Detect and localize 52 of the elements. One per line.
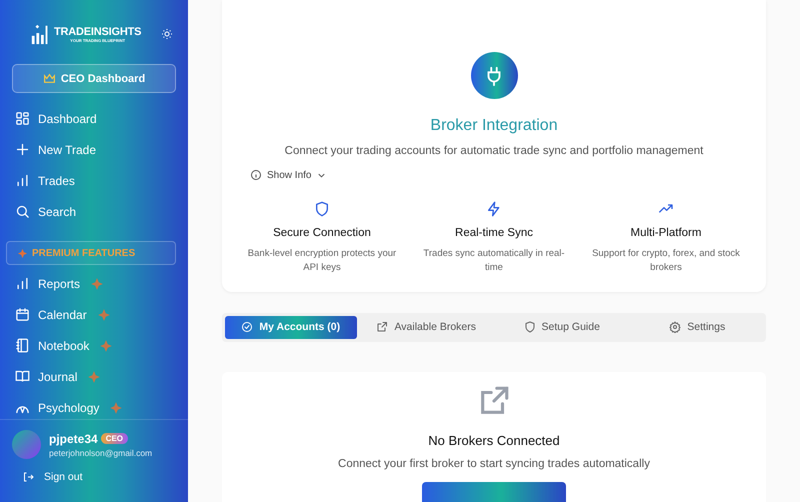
empty-state-title: No Brokers Connected: [428, 432, 560, 448]
nav-item[interactable]: Trades: [15, 165, 176, 196]
grid-icon: [15, 111, 30, 126]
sign-out-icon: [22, 471, 34, 483]
feature-title: Secure Connection: [273, 227, 371, 239]
empty-state-text: Connect your first broker to start syncing trades automatically: [338, 458, 650, 470]
nav-item[interactable]: Reports: [15, 268, 176, 299]
show-info-toggle[interactable]: Show Info: [250, 169, 328, 181]
avatar: [12, 430, 41, 459]
page-title: Broker Integration: [430, 117, 558, 135]
feature-description: Trades sync automatically in real-time: [422, 247, 566, 276]
tab[interactable]: Setup Guide: [496, 316, 628, 338]
nav-item[interactable]: Journal: [15, 361, 176, 392]
plus-icon: [15, 142, 30, 157]
shield-icon: [524, 321, 536, 333]
feature-title: Real-time Sync: [455, 227, 533, 239]
feature-title: Multi-Platform: [630, 227, 702, 239]
premium-features-label: PREMIUM FEATURES: [32, 248, 136, 258]
tab[interactable]: Settings: [632, 316, 763, 338]
crown-icon: [42, 72, 56, 85]
check-icon: [241, 321, 254, 333]
shield-icon: [314, 201, 330, 217]
sparkle-icon: [17, 248, 28, 258]
search-icon: [15, 204, 30, 219]
feature-description: Bank-level encryption protects your API keys: [247, 247, 397, 276]
sun-icon[interactable]: [161, 28, 174, 40]
ceo-dashboard-button[interactable]: CEO Dashboard: [12, 64, 176, 93]
tab[interactable]: My Accounts (0): [225, 316, 356, 338]
external-icon: [376, 321, 388, 333]
plug-icon: [470, 52, 518, 99]
nav-item[interactable]: Calendar: [15, 299, 176, 330]
nav-item[interactable]: Notebook: [15, 330, 176, 361]
gear-icon: [669, 321, 682, 333]
sign-out-link[interactable]: Sign out: [0, 459, 188, 483]
info-icon: [250, 169, 262, 181]
book-icon: [15, 369, 30, 384]
calendar-icon: [15, 307, 30, 322]
nav-item[interactable]: Psychology: [15, 392, 176, 423]
feature-description: Support for crypto, forex, and stock brokers: [591, 247, 741, 276]
user-name: pjpete34: [49, 432, 98, 446]
page-subtitle: Connect your trading accounts for automatic trade sync and portfolio management: [284, 145, 704, 157]
bars-icon: [15, 173, 30, 188]
nav-item[interactable]: Search: [15, 196, 176, 227]
bolt-icon: [486, 201, 502, 217]
nav-item[interactable]: Dashboard: [15, 103, 176, 134]
bars-icon: [15, 276, 30, 291]
tab[interactable]: Available Brokers: [360, 316, 492, 338]
role-badge: CEO: [100, 433, 128, 444]
brand-name: TRADEINSIGHTS: [54, 26, 142, 38]
notebook-icon: [15, 338, 30, 353]
user-email: peterjohnolson@gmail.com: [49, 448, 152, 458]
nav-item[interactable]: New Trade: [15, 134, 176, 165]
